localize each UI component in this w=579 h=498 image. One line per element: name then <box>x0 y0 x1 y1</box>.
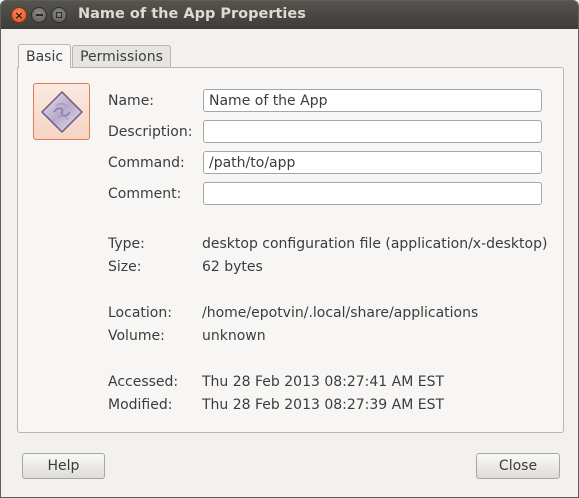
name-label: Name: <box>108 93 155 109</box>
command-input[interactable] <box>203 151 542 174</box>
volume-value: unknown <box>202 328 266 344</box>
comment-label: Comment: <box>108 186 182 202</box>
close-button[interactable]: Close <box>476 453 560 479</box>
basic-panel: Name: Description: Command: Comment: Typ… <box>17 67 564 433</box>
modified-value: Thu 28 Feb 2013 08:27:39 AM EST <box>202 397 445 413</box>
accessed-value: Thu 28 Feb 2013 08:27:41 AM EST <box>202 374 445 390</box>
location-value: /home/epotvin/.local/share/applications <box>202 305 479 321</box>
size-value: 62 bytes <box>202 259 263 275</box>
comment-input[interactable] <box>203 182 542 205</box>
window-maximize-button[interactable] <box>51 7 67 23</box>
tab-bar: Basic Permissions <box>18 44 172 68</box>
tab-basic[interactable]: Basic <box>18 44 72 68</box>
description-input[interactable] <box>203 120 542 143</box>
description-label: Description: <box>108 124 193 140</box>
help-button[interactable]: Help <box>22 453 105 479</box>
app-icon-button[interactable] <box>33 83 90 140</box>
title-bar[interactable]: × Name of the App Properties <box>1 1 578 29</box>
app-launcher-icon <box>40 90 83 133</box>
maximize-icon <box>56 12 62 18</box>
type-label: Type: <box>108 236 145 252</box>
accessed-label: Accessed: <box>108 374 179 390</box>
window-close-button[interactable]: × <box>11 7 27 23</box>
modified-label: Modified: <box>108 397 173 413</box>
command-label: Command: <box>108 155 185 171</box>
minimize-icon <box>35 14 43 16</box>
location-label: Location: <box>108 305 172 321</box>
type-value: desktop configuration file (application/… <box>202 236 548 252</box>
volume-label: Volume: <box>108 328 165 344</box>
size-label: Size: <box>108 259 142 275</box>
close-icon: × <box>14 8 24 22</box>
name-input[interactable] <box>203 89 542 112</box>
tab-permissions[interactable]: Permissions <box>72 45 171 67</box>
window-title: Name of the App Properties <box>78 6 306 22</box>
window-minimize-button[interactable] <box>31 7 47 23</box>
properties-window: × Name of the App Properties Basic Permi… <box>0 0 579 498</box>
